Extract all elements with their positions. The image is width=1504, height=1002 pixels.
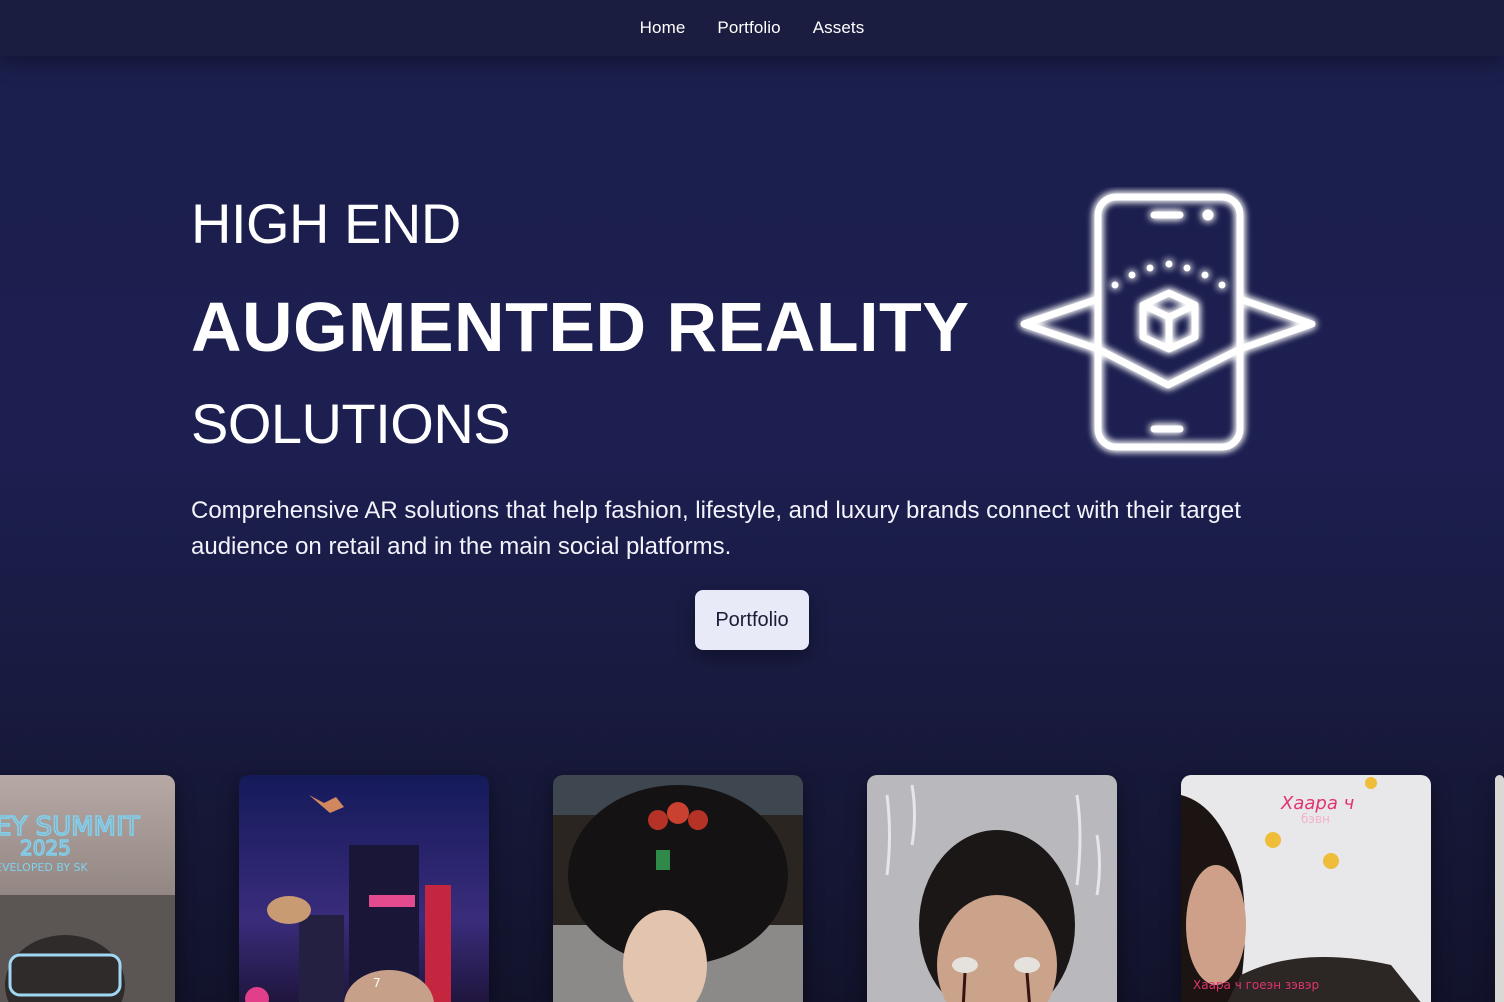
gallery-card-partial[interactable]: [1495, 775, 1504, 1002]
gallery-card-traditional[interactable]: [553, 775, 803, 1002]
summit-credit-text: EVELOPED BY SK: [0, 861, 89, 874]
portfolio-gallery: EY SUMMIT 2025 EVELOPED BY SK 7 Хаара ч …: [0, 775, 1504, 1002]
portfolio-button[interactable]: Portfolio: [695, 590, 809, 650]
ar-phone-cube-icon: [1012, 187, 1324, 459]
nav-portfolio-link[interactable]: Portfolio: [717, 18, 780, 38]
hero-title-line-1: HIGH END: [191, 192, 461, 255]
gallery-card-summit[interactable]: EY SUMMIT 2025 EVELOPED BY SK: [0, 775, 175, 1002]
gallery-card-sweets[interactable]: Хаара ч бэвн Хаара ч гоеэн зэвэр: [1181, 775, 1431, 1002]
summit-year-text: 2025: [20, 836, 71, 860]
nav-home-link[interactable]: Home: [640, 18, 686, 38]
sweets-title-text: Хаара ч: [1280, 793, 1354, 814]
hero-title-line-2: AUGMENTED REALITY: [191, 288, 970, 366]
gallery-card-night-city[interactable]: 7: [239, 775, 489, 1002]
hero-title-line-3: SOLUTIONS: [191, 392, 511, 455]
hero-section: HIGH END AUGMENTED REALITY SOLUTIONS Com…: [0, 56, 1504, 756]
sweets-subtitle-text: бэвн: [1301, 812, 1330, 826]
hero-description: Comprehensive AR solutions that help fas…: [191, 497, 1241, 560]
sweets-caption-text: Хаара ч гоеэн зэвэр: [1193, 978, 1319, 992]
top-nav: Home Portfolio Assets: [0, 0, 1504, 56]
gallery-card-ghost[interactable]: [867, 775, 1117, 1002]
nav-assets-link[interactable]: Assets: [813, 18, 865, 38]
night-city-number: 7: [373, 976, 381, 990]
